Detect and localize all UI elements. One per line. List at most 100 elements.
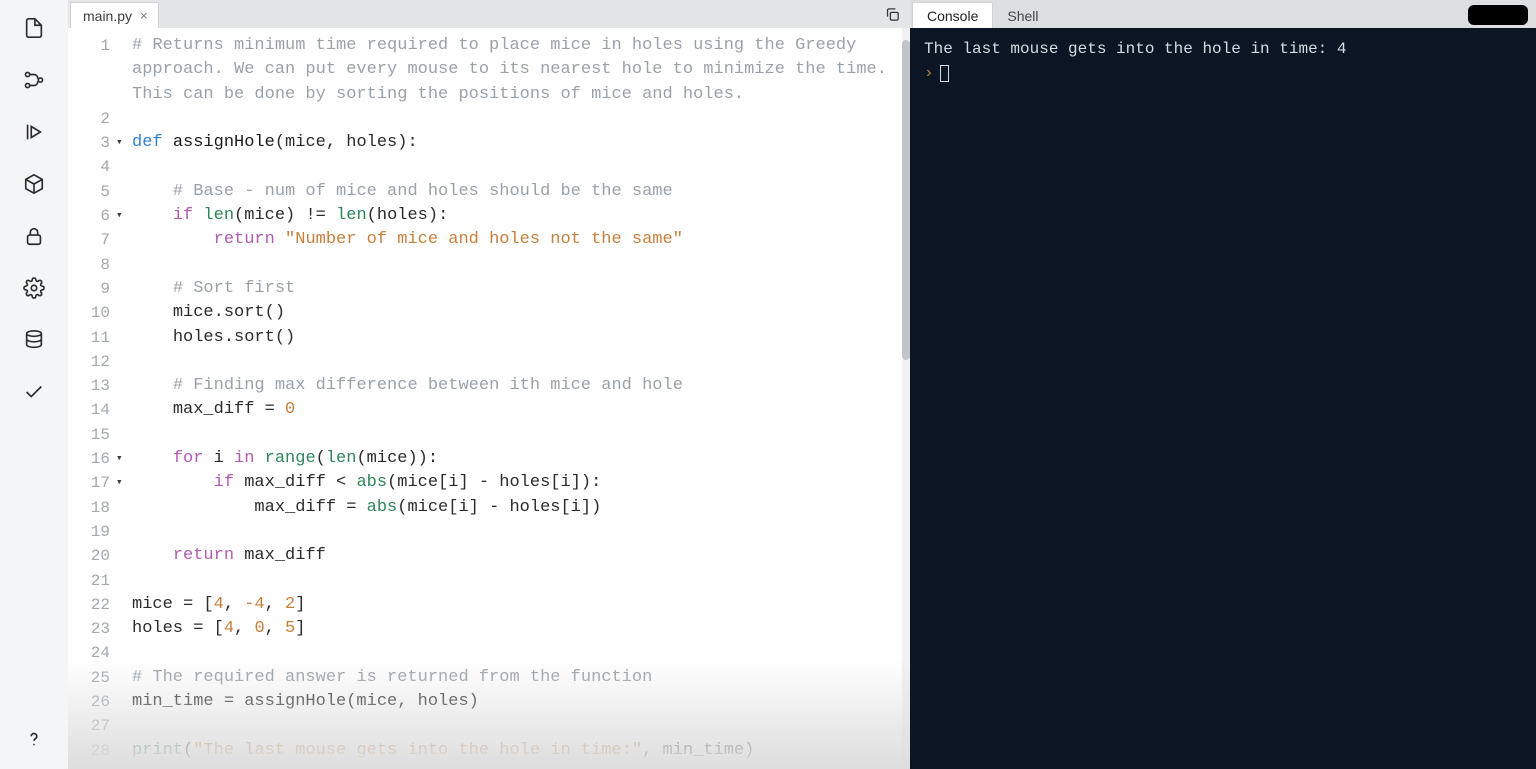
code-line[interactable]: This can be done by sorting the position…	[132, 83, 902, 107]
debugger-icon[interactable]	[14, 112, 54, 152]
code-line[interactable]: min_time = assignHole(mice, holes)	[132, 690, 902, 714]
line-number: 13	[68, 374, 110, 398]
fold-marker[interactable]: ▾	[116, 204, 126, 228]
code-line[interactable]	[132, 350, 902, 374]
fold-marker	[116, 83, 126, 107]
code-line[interactable]: print("The last mouse gets into the hole…	[132, 739, 902, 763]
fold-marker[interactable]: ▾	[116, 131, 126, 155]
code-line[interactable]: # Returns minimum time required to place…	[132, 34, 902, 58]
copy-icon[interactable]	[880, 2, 904, 26]
code-line[interactable]: mice = [4, -4, 2]	[132, 593, 902, 617]
console-prompt[interactable]: ›	[924, 62, 1522, 84]
tab-console[interactable]: Console	[912, 2, 993, 28]
run-button[interactable]	[1468, 5, 1528, 25]
line-number: 27	[68, 714, 110, 738]
code-line[interactable]: max_diff = abs(mice[i] - holes[i])	[132, 496, 902, 520]
code-line[interactable]: # The required answer is returned from t…	[132, 666, 902, 690]
tab-shell[interactable]: Shell	[993, 2, 1052, 28]
file-tab-label: main.py	[83, 8, 132, 24]
fold-marker	[116, 641, 126, 665]
code-line[interactable]	[132, 569, 902, 593]
fold-marker	[116, 228, 126, 252]
code-line[interactable]	[132, 107, 902, 131]
fold-marker	[116, 666, 126, 690]
fold-marker	[116, 739, 126, 763]
line-number: 15	[68, 423, 110, 447]
code-line[interactable]	[132, 253, 902, 277]
code-line[interactable]: # Base - num of mice and holes should be…	[132, 180, 902, 204]
console-output[interactable]: The last mouse gets into the hole in tim…	[910, 28, 1536, 769]
code-editor[interactable]: 1234567891011121314151617181920212223242…	[68, 28, 910, 769]
code-content[interactable]: # Returns minimum time required to place…	[126, 28, 902, 769]
fold-marker[interactable]: ▾	[116, 471, 126, 495]
tab-shell-label: Shell	[1007, 8, 1038, 24]
code-line[interactable]: approach. We can put every mouse to its …	[132, 58, 902, 82]
line-number: 8	[68, 253, 110, 277]
code-line[interactable]: return "Number of mice and holes not the…	[132, 228, 902, 252]
line-number: 6	[68, 204, 110, 228]
line-number: 11	[68, 326, 110, 350]
code-line[interactable]: def assignHole(mice, holes):	[132, 131, 902, 155]
code-line[interactable]: if len(mice) != len(holes):	[132, 204, 902, 228]
file-tab[interactable]: main.py ×	[70, 2, 159, 28]
packages-icon[interactable]	[14, 164, 54, 204]
fold-marker	[116, 301, 126, 325]
fold-marker	[116, 593, 126, 617]
fold-marker	[116, 34, 126, 58]
code-line[interactable]: holes.sort()	[132, 326, 902, 350]
code-line[interactable]: mice.sort()	[132, 301, 902, 325]
code-line[interactable]: if max_diff < abs(mice[i] - holes[i]):	[132, 471, 902, 495]
fold-marker	[116, 423, 126, 447]
fold-marker[interactable]: ▾	[116, 447, 126, 471]
line-number: 5	[68, 180, 110, 204]
files-icon[interactable]	[14, 8, 54, 48]
fold-marker	[116, 350, 126, 374]
line-number: 7	[68, 228, 110, 252]
line-number: 3	[68, 131, 110, 155]
line-number: 10	[68, 301, 110, 325]
fold-marker	[116, 520, 126, 544]
done-check-icon[interactable]	[14, 372, 54, 412]
code-line[interactable]	[132, 714, 902, 738]
line-number: 26	[68, 690, 110, 714]
scrollbar[interactable]	[902, 28, 910, 769]
line-number: 12	[68, 350, 110, 374]
code-line[interactable]: # Finding max difference between ith mic…	[132, 374, 902, 398]
prompt-char: ›	[924, 62, 934, 84]
code-line[interactable]: holes = [4, 0, 5]	[132, 617, 902, 641]
code-line[interactable]	[132, 423, 902, 447]
code-line[interactable]: max_diff = 0	[132, 398, 902, 422]
line-number: 20	[68, 544, 110, 568]
code-line[interactable]: # Sort first	[132, 277, 902, 301]
line-number: 22	[68, 593, 110, 617]
fold-column: ▾▾▾▾	[116, 28, 126, 769]
tab-console-label: Console	[927, 8, 978, 24]
fold-marker	[116, 180, 126, 204]
code-line[interactable]	[132, 520, 902, 544]
scrollbar-thumb[interactable]	[902, 40, 910, 360]
fold-marker	[116, 374, 126, 398]
line-number: 24	[68, 641, 110, 665]
console-line: The last mouse gets into the hole in tim…	[924, 38, 1522, 60]
line-number	[68, 58, 110, 82]
line-number: 16	[68, 447, 110, 471]
secrets-icon[interactable]	[14, 216, 54, 256]
console-tabbar: Console Shell	[910, 0, 1536, 28]
database-icon[interactable]	[14, 320, 54, 360]
fold-marker	[116, 326, 126, 350]
code-line[interactable]: for i in range(len(mice)):	[132, 447, 902, 471]
help-icon[interactable]	[14, 719, 54, 759]
editor-pane: main.py × 123456789101112131415161718192…	[68, 0, 910, 769]
fold-marker	[116, 569, 126, 593]
line-number: 2	[68, 107, 110, 131]
fold-marker	[116, 714, 126, 738]
code-line[interactable]	[132, 155, 902, 179]
fold-marker	[116, 277, 126, 301]
close-icon[interactable]: ×	[140, 8, 148, 23]
fold-marker	[116, 496, 126, 520]
code-line[interactable]	[132, 641, 902, 665]
line-number: 23	[68, 617, 110, 641]
version-control-icon[interactable]	[14, 60, 54, 100]
code-line[interactable]: return max_diff	[132, 544, 902, 568]
settings-icon[interactable]	[14, 268, 54, 308]
